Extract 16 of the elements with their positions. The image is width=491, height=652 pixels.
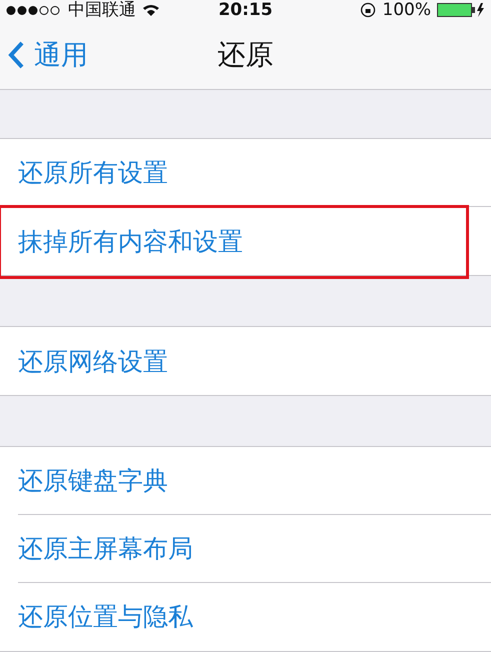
settings-row[interactable]: 还原键盘字典 bbox=[18, 446, 491, 515]
back-button[interactable]: 通用 bbox=[0, 36, 88, 72]
chevron-left-icon bbox=[8, 40, 24, 68]
rotation-lock-icon bbox=[360, 2, 376, 18]
battery-percent: 100% bbox=[382, 0, 432, 20]
clock-time: 20:15 bbox=[218, 0, 273, 20]
wifi-icon bbox=[142, 4, 160, 16]
signal-icon bbox=[6, 4, 62, 16]
settings-row[interactable]: 抹掉所有内容和设置 bbox=[18, 207, 491, 276]
settings-row[interactable]: 还原网络设置 bbox=[18, 327, 491, 396]
settings-row[interactable]: 还原位置与隐私 bbox=[18, 582, 491, 651]
settings-row[interactable]: 还原所有设置 bbox=[18, 139, 491, 208]
carrier-name: 中国联通 bbox=[68, 0, 136, 20]
page-title: 还原 bbox=[218, 36, 274, 72]
settings-row[interactable]: 还原主屏幕布局 bbox=[18, 514, 491, 583]
battery-charging-icon bbox=[437, 3, 486, 17]
